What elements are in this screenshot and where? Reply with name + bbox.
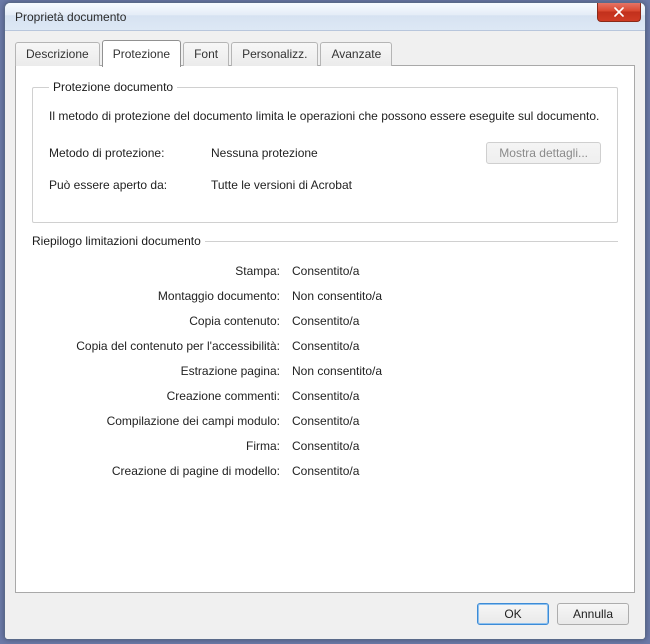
dialog-footer: OK Annulla xyxy=(15,593,635,629)
permission-label: Stampa: xyxy=(32,264,292,278)
permission-row: Compilazione dei campi modulo:Consentito… xyxy=(32,414,618,428)
titlebar: Proprietà documento xyxy=(5,3,645,31)
permission-row: Firma:Consentito/a xyxy=(32,439,618,453)
close-icon xyxy=(614,7,624,17)
protection-method-value: Nessuna protezione xyxy=(211,146,318,160)
protection-description: Il metodo di protezione del documento li… xyxy=(49,108,601,124)
tab-font[interactable]: Font xyxy=(183,42,229,66)
permission-row: Creazione di pagine di modello:Consentit… xyxy=(32,464,618,478)
permission-value: Consentito/a xyxy=(292,264,359,278)
open-by-row: Può essere aperto da: Tutte le versioni … xyxy=(49,178,601,192)
protection-method-label: Metodo di protezione: xyxy=(49,146,199,160)
open-by-value: Tutte le versioni di Acrobat xyxy=(211,178,352,192)
permission-row: Montaggio documento:Non consentito/a xyxy=(32,289,618,303)
permission-value: Consentito/a xyxy=(292,464,359,478)
permission-row: Copia del contenuto per l'accessibilità:… xyxy=(32,339,618,353)
protection-method-row: Metodo di protezione: Nessuna protezione… xyxy=(49,142,601,164)
tab-avanzate[interactable]: Avanzate xyxy=(320,42,392,66)
summary-rows: Stampa:Consentito/aMontaggio documento:N… xyxy=(32,264,618,478)
summary-group: Riepilogo limitazioni documento Stampa:C… xyxy=(32,241,618,478)
tab-descrizione[interactable]: Descrizione xyxy=(15,42,100,66)
tab-strip: Descrizione Protezione Font Personalizz.… xyxy=(15,39,635,66)
permission-row: Stampa:Consentito/a xyxy=(32,264,618,278)
show-details-button[interactable]: Mostra dettagli... xyxy=(486,142,601,164)
permission-label: Copia del contenuto per l'accessibilità: xyxy=(32,339,292,353)
permission-label: Copia contenuto: xyxy=(32,314,292,328)
client-area: Descrizione Protezione Font Personalizz.… xyxy=(5,31,645,639)
tab-panel-protezione: Protezione documento Il metodo di protez… xyxy=(15,65,635,593)
permission-label: Estrazione pagina: xyxy=(32,364,292,378)
permission-value: Consentito/a xyxy=(292,339,359,353)
open-by-label: Può essere aperto da: xyxy=(49,178,199,192)
tab-personalizz[interactable]: Personalizz. xyxy=(231,42,318,66)
permission-label: Firma: xyxy=(32,439,292,453)
summary-legend: Riepilogo limitazioni documento xyxy=(28,234,205,248)
protection-group-legend: Protezione documento xyxy=(49,80,177,94)
permission-value: Non consentito/a xyxy=(292,289,382,303)
permission-value: Consentito/a xyxy=(292,314,359,328)
permission-value: Consentito/a xyxy=(292,439,359,453)
tab-protezione[interactable]: Protezione xyxy=(102,40,181,67)
permission-row: Creazione commenti:Consentito/a xyxy=(32,389,618,403)
dialog-window: Proprietà documento Descrizione Protezio… xyxy=(4,2,646,640)
permission-value: Consentito/a xyxy=(292,414,359,428)
ok-button[interactable]: OK xyxy=(477,603,549,625)
close-button[interactable] xyxy=(597,2,641,22)
permission-row: Estrazione pagina:Non consentito/a xyxy=(32,364,618,378)
permission-row: Copia contenuto:Consentito/a xyxy=(32,314,618,328)
permission-label: Creazione commenti: xyxy=(32,389,292,403)
permission-label: Montaggio documento: xyxy=(32,289,292,303)
permission-label: Creazione di pagine di modello: xyxy=(32,464,292,478)
permission-label: Compilazione dei campi modulo: xyxy=(32,414,292,428)
cancel-button[interactable]: Annulla xyxy=(557,603,629,625)
window-title: Proprietà documento xyxy=(15,10,126,24)
permission-value: Consentito/a xyxy=(292,389,359,403)
permission-value: Non consentito/a xyxy=(292,364,382,378)
protection-group: Protezione documento Il metodo di protez… xyxy=(32,80,618,223)
